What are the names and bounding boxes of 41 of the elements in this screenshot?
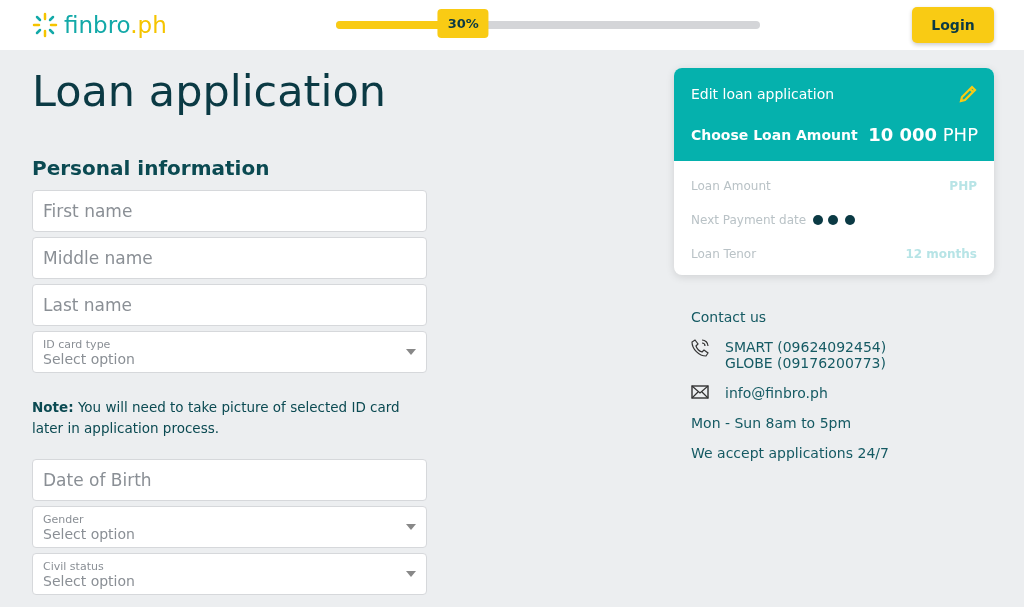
loan-amount: 10 000 PHP [868, 124, 978, 145]
choose-label: Choose Loan Amount [691, 126, 858, 143]
sparkle-logo-icon [32, 12, 58, 38]
phone-number: GLOBE (09176200773) [725, 355, 887, 371]
caret-icon [406, 524, 416, 530]
loading-dots-icon [812, 214, 857, 226]
row-label: Loan Amount [691, 179, 771, 193]
field-placeholder: Select option [43, 350, 136, 367]
note-text: Note: You will need to take picture of selected ID card later in application process. [32, 398, 401, 438]
input-field[interactable]: Middle name [32, 237, 427, 279]
pencil-icon[interactable] [958, 84, 978, 104]
phone-number: SMART (09624092454) [725, 339, 887, 355]
field-placeholder: Select option [43, 525, 136, 542]
section-title: Personal information [32, 156, 271, 180]
field-label: ID card type [43, 337, 112, 351]
row-label: Next Payment date [691, 213, 807, 227]
select-field[interactable]: Gender Select option [32, 506, 427, 548]
row-label: Loan Tenor [691, 247, 757, 261]
availability-text: We accept applications 24/7 [691, 445, 890, 461]
login-button[interactable]: Login [912, 7, 994, 43]
edit-link[interactable]: Edit loan application [691, 86, 835, 102]
field-label: Civil status [43, 559, 105, 573]
field-placeholder: Select option [43, 572, 136, 589]
envelope-icon [691, 385, 709, 399]
phone-icon [691, 339, 709, 357]
field-label: Gender [43, 512, 85, 526]
select-field[interactable]: ID card type Select option [32, 331, 427, 373]
progress-badge: 30% [437, 9, 489, 38]
row-value: PHP [949, 179, 977, 193]
input-field[interactable]: Date of Birth [32, 459, 427, 501]
caret-icon [406, 349, 416, 355]
input-field[interactable]: First name [32, 190, 427, 232]
input-field[interactable]: Last name [32, 284, 427, 326]
caret-icon [406, 571, 416, 577]
row-value: 12 months [905, 247, 977, 261]
email-text: info@finbro.ph [725, 385, 828, 401]
page-title: Loan application [32, 66, 387, 116]
hours-text: Mon - Sun 8am to 5pm [691, 415, 853, 431]
contact-title: Contact us [691, 309, 768, 325]
select-field[interactable]: Civil status Select option [32, 553, 427, 595]
logo-text: finbro.ph [64, 12, 167, 38]
